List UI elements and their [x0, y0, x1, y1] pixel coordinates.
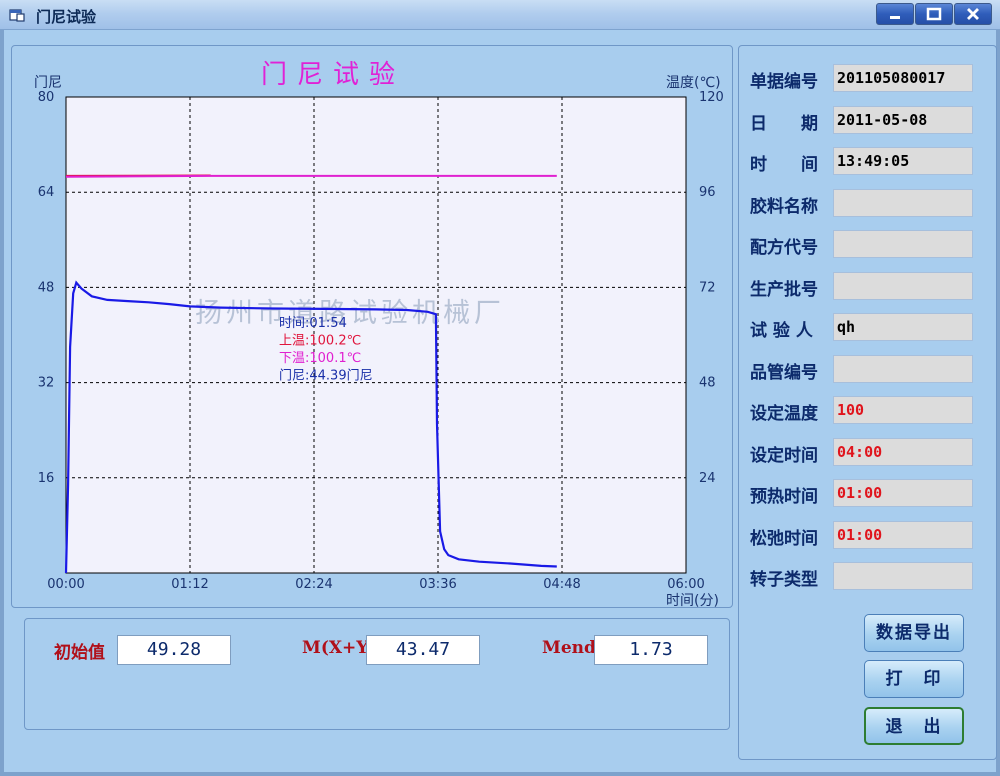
x-tick-label: 03:36 [419, 577, 456, 592]
mend-field: 1.73 [594, 635, 708, 665]
info-value-field[interactable] [833, 189, 973, 217]
y-right-tick-label: 120 [699, 90, 724, 105]
chart-title: 门尼试验 [261, 60, 405, 90]
info-value-field[interactable]: qh [833, 313, 973, 341]
y-axis-label-left: 门尼 [34, 75, 62, 91]
tooltip-lower-temp: 下温:100.1℃ [279, 351, 361, 366]
export-data-button[interactable]: 数据导出 [864, 614, 964, 652]
info-value-field[interactable]: 2011-05-08 [833, 106, 973, 134]
tooltip-upper-temp: 上温:100.2℃ [279, 334, 361, 349]
y-right-tick-label: 48 [699, 376, 716, 391]
x-tick-label: 04:48 [543, 577, 580, 592]
info-label: 配方代号 [750, 238, 818, 258]
info-label: 生产批号 [750, 280, 818, 300]
y-right-tick-label: 96 [699, 185, 716, 200]
watermark: 扬州市道路试验机械厂 [195, 298, 505, 329]
x-tick-label: 01:12 [171, 577, 208, 592]
print-button[interactable]: 打 印 [864, 660, 964, 698]
x-tick-label: 06:00 [667, 577, 704, 592]
x-tick-label: 00:00 [47, 577, 84, 592]
tooltip-time: 时间:01:54 [279, 316, 347, 331]
info-value-field[interactable] [833, 230, 973, 258]
info-value-field[interactable] [833, 562, 973, 590]
info-value-field[interactable]: 01:00 [833, 479, 973, 507]
mend-label: Mend [542, 638, 596, 658]
y-right-tick-label: 72 [699, 280, 716, 295]
y-axis-label-right: 温度(℃) [666, 75, 721, 91]
info-label: 试 验 人 [750, 321, 813, 341]
exit-button[interactable]: 退 出 [864, 707, 964, 745]
m-xy-field: 43.47 [366, 635, 480, 665]
x-axis-label: 时间(分) [666, 593, 719, 609]
info-label: 胶料名称 [750, 197, 818, 217]
info-value-field[interactable] [833, 355, 973, 383]
info-label: 时 间 [750, 155, 818, 175]
x-tick-label: 02:24 [295, 577, 332, 592]
info-label: 单据编号 [750, 72, 818, 92]
y-left-tick-label: 16 [38, 471, 55, 486]
info-label: 松弛时间 [750, 529, 818, 549]
plot-area [65, 96, 687, 574]
info-value-field[interactable] [833, 272, 973, 300]
info-label: 设定温度 [750, 404, 818, 424]
info-label: 设定时间 [750, 446, 818, 466]
info-label: 转子类型 [750, 570, 818, 590]
initial-value-label: 初始值 [54, 643, 105, 663]
tooltip-mooney: 门尼:44.39门尼 [279, 369, 373, 384]
info-value-field[interactable]: 201105080017 [833, 64, 973, 92]
info-label: 品管编号 [750, 363, 818, 383]
info-value-field[interactable]: 04:00 [833, 438, 973, 466]
info-value-field[interactable]: 01:00 [833, 521, 973, 549]
y-left-tick-label: 64 [38, 185, 55, 200]
initial-value-field: 49.28 [117, 635, 231, 665]
y-right-tick-label: 24 [699, 471, 716, 486]
y-left-tick-label: 48 [38, 280, 55, 295]
info-value-field[interactable]: 100 [833, 396, 973, 424]
info-label: 预热时间 [750, 487, 818, 507]
info-label: 日 期 [750, 114, 818, 134]
y-left-tick-label: 32 [38, 376, 55, 391]
info-value-field[interactable]: 13:49:05 [833, 147, 973, 175]
series-line-2 [65, 174, 557, 178]
y-left-tick-label: 80 [38, 90, 55, 105]
